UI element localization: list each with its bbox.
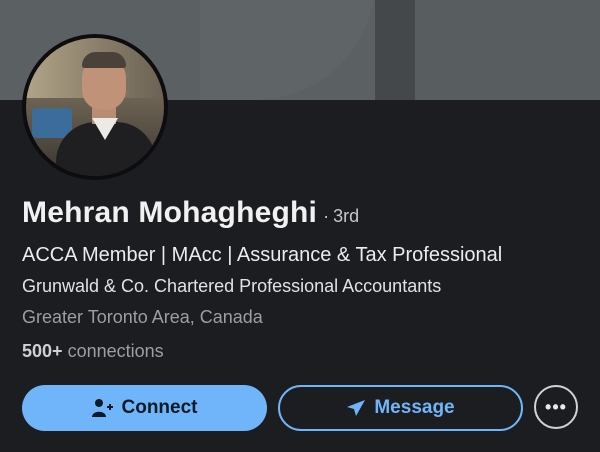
profile-name: Mehran Mohagheghi — [22, 196, 318, 229]
degree-label: 3rd — [333, 206, 360, 226]
message-button[interactable]: Message — [278, 385, 523, 431]
profile-company[interactable]: Grunwald & Co. Chartered Professional Ac… — [22, 276, 441, 297]
send-icon — [346, 399, 366, 417]
cover-panel — [415, 0, 600, 100]
cover-shape — [200, 0, 375, 100]
message-label: Message — [374, 397, 455, 418]
cover-stripe — [375, 0, 415, 100]
photo-person-hair — [82, 52, 126, 68]
profile-location: Greater Toronto Area, Canada — [22, 307, 263, 327]
profile-headline: ACCA Member | MAcc | Assurance & Tax Pro… — [22, 244, 503, 266]
more-options-icon: ••• — [545, 396, 567, 417]
add-person-icon — [91, 398, 114, 418]
connections-count: 500+ — [22, 341, 63, 361]
connect-button[interactable]: Connect — [22, 385, 267, 431]
connections-info[interactable]: 500+ connections — [22, 341, 164, 362]
degree-separator: · — [323, 206, 330, 226]
name-row: Mehran Mohagheghi · 3rd — [22, 196, 359, 230]
connect-label: Connect — [121, 397, 198, 418]
more-options-button[interactable]: ••• — [534, 385, 578, 429]
connection-degree: · 3rd — [323, 206, 359, 227]
connections-label: connections — [67, 341, 164, 361]
avatar — [26, 38, 164, 176]
profile-photo[interactable] — [22, 34, 168, 180]
